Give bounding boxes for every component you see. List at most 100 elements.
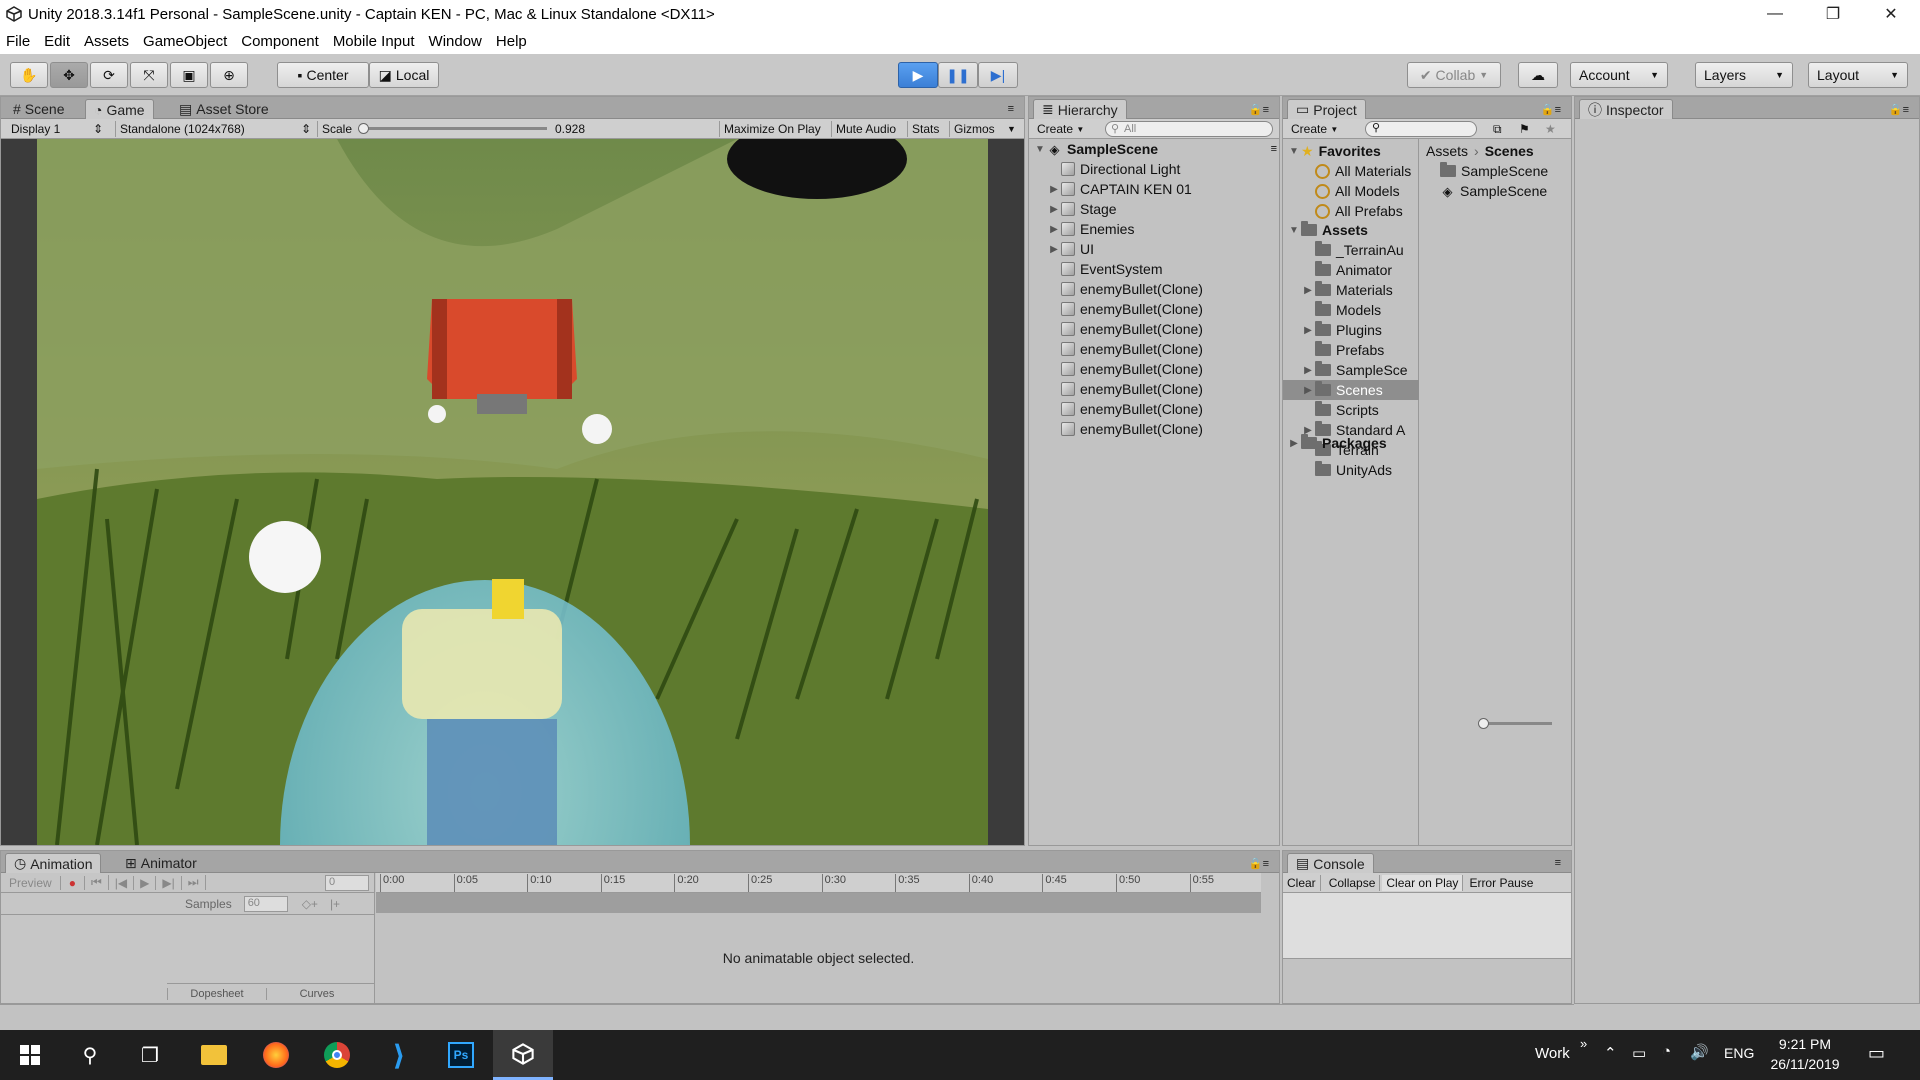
- panel-menu-icon[interactable]: ≡: [1547, 853, 1569, 873]
- vscode-button[interactable]: ⟩: [369, 1030, 429, 1080]
- filter-label-icon[interactable]: ⚑: [1515, 121, 1534, 137]
- tab-hierarchy[interactable]: ≣ Hierarchy: [1033, 99, 1127, 119]
- menu-mobile-input[interactable]: Mobile Input: [333, 33, 415, 50]
- hierarchy-item[interactable]: enemyBullet(Clone): [1047, 299, 1203, 319]
- favorite-item[interactable]: All Prefabs: [1315, 201, 1403, 221]
- pivot-center-button[interactable]: ▪ Center: [277, 62, 369, 88]
- tab-console[interactable]: ▤ Console: [1287, 853, 1374, 873]
- add-event-icon[interactable]: |+: [330, 897, 340, 911]
- star-icon[interactable]: ★: [1541, 121, 1560, 137]
- rotate-tool-button[interactable]: ⟳: [90, 62, 128, 88]
- play-button[interactable]: ▶: [898, 62, 938, 88]
- file-folder-samplescene[interactable]: SampleScene: [1440, 161, 1548, 181]
- language-indicator[interactable]: ENG: [1724, 1045, 1754, 1061]
- project-create-button[interactable]: Create ▼: [1287, 121, 1342, 137]
- hierarchy-item[interactable]: enemyBullet(Clone): [1047, 419, 1203, 439]
- expand-arrow-icon[interactable]: ▶: [1301, 285, 1315, 296]
- next-key-button[interactable]: ▶|: [156, 875, 182, 890]
- assets-header[interactable]: ▼ Assets: [1287, 220, 1368, 240]
- tab-game[interactable]: ◔ Game: [85, 99, 154, 119]
- clock-time[interactable]: 9:21 PM: [1770, 1036, 1840, 1052]
- battery-icon[interactable]: ▭: [1632, 1044, 1646, 1062]
- timeline-ruler[interactable]: 0:00 0:05 0:10 0:15 0:20 0:25 0:30 0:35 0:40 0:45…: [376, 873, 1261, 893]
- expand-arrow-icon[interactable]: ▶: [1047, 244, 1061, 255]
- icon-size-slider-thumb[interactable]: [1478, 718, 1489, 729]
- resolution-dropdown[interactable]: Standalone (1024x768) ⇕: [115, 121, 315, 137]
- unity-taskbar-button[interactable]: [493, 1030, 553, 1080]
- console-error-pause-toggle[interactable]: Error Pause: [1465, 875, 1537, 891]
- expand-arrow-icon[interactable]: ▶: [1301, 325, 1315, 336]
- show-hidden-icons-button[interactable]: ⌃: [1604, 1044, 1617, 1062]
- anim-play-button[interactable]: ▶: [134, 875, 157, 890]
- hierarchy-item[interactable]: Directional Light: [1047, 159, 1180, 179]
- breadcrumb-scenes[interactable]: Scenes: [1485, 143, 1534, 159]
- project-search-input[interactable]: ⚲: [1365, 121, 1477, 137]
- samples-input[interactable]: 60: [243, 895, 288, 912]
- pause-button[interactable]: ❚❚: [938, 62, 978, 88]
- collab-button[interactable]: ✔ Collab ▼: [1407, 62, 1501, 88]
- asset-folder-item[interactable]: ▶ SampleSce: [1283, 360, 1419, 380]
- hierarchy-search-input[interactable]: ⚲ All: [1105, 121, 1273, 137]
- gizmos-toggle[interactable]: Gizmos: [949, 121, 999, 137]
- maximize-on-play-toggle[interactable]: Maximize On Play: [719, 121, 825, 137]
- menu-component[interactable]: Component: [241, 33, 319, 50]
- scene-root[interactable]: ▼ ◈ SampleScene ≡: [1033, 139, 1277, 159]
- hierarchy-item[interactable]: EventSystem: [1047, 259, 1162, 279]
- asset-folder-item[interactable]: _TerrainAu: [1283, 240, 1419, 260]
- hierarchy-item[interactable]: enemyBullet(Clone): [1047, 399, 1203, 419]
- hierarchy-item[interactable]: enemyBullet(Clone): [1047, 359, 1203, 379]
- tab-project[interactable]: ▭ Project: [1287, 99, 1366, 119]
- rect-tool-button[interactable]: ▣: [170, 62, 208, 88]
- record-button[interactable]: ●: [61, 875, 85, 890]
- hand-tool-button[interactable]: ✋: [10, 62, 48, 88]
- layout-dropdown[interactable]: Layout ▼: [1808, 62, 1908, 88]
- menu-edit[interactable]: Edit: [44, 33, 70, 50]
- task-view-button[interactable]: ❐: [120, 1030, 180, 1080]
- preview-toggle[interactable]: Preview: [1, 875, 61, 890]
- asset-folder-item[interactable]: Animator: [1283, 260, 1419, 280]
- expand-arrow-icon[interactable]: ▶: [1047, 184, 1061, 195]
- menu-window[interactable]: Window: [429, 33, 482, 50]
- lock-icon[interactable]: 🔒≡: [1241, 853, 1277, 873]
- lock-icon[interactable]: 🔒≡: [1881, 99, 1917, 119]
- hierarchy-item[interactable]: ▶ UI: [1047, 239, 1094, 259]
- clock-date[interactable]: 26/11/2019: [1760, 1056, 1850, 1072]
- transform-tool-button[interactable]: ⊕: [210, 62, 248, 88]
- menu-help[interactable]: Help: [496, 33, 527, 50]
- scene-menu-icon[interactable]: ≡: [1271, 143, 1277, 155]
- work-toolbar-label[interactable]: Work: [1535, 1045, 1570, 1062]
- last-key-button[interactable]: ⏭: [182, 875, 206, 890]
- packages-header[interactable]: ▶ Packages: [1287, 433, 1387, 453]
- move-tool-button[interactable]: ✥: [50, 62, 88, 88]
- minimize-button[interactable]: —: [1746, 0, 1804, 28]
- tab-animation[interactable]: ◷ Animation: [5, 853, 102, 873]
- pivot-local-button[interactable]: ◪ Local: [369, 62, 439, 88]
- file-explorer-button[interactable]: [184, 1030, 244, 1080]
- dopesheet-tab[interactable]: Dopesheet: [167, 987, 267, 1000]
- account-dropdown[interactable]: Account ▼: [1570, 62, 1668, 88]
- hierarchy-item[interactable]: enemyBullet(Clone): [1047, 339, 1203, 359]
- asset-folder-item[interactable]: ▶ Scenes: [1283, 380, 1419, 400]
- asset-folder-item[interactable]: ▶ Materials: [1283, 280, 1419, 300]
- stats-toggle[interactable]: Stats: [907, 121, 943, 137]
- asset-folder-item[interactable]: Models: [1283, 300, 1419, 320]
- filter-type-icon[interactable]: ⧉: [1489, 121, 1506, 137]
- first-key-button[interactable]: ⏮: [85, 875, 109, 890]
- asset-folder-item[interactable]: Prefabs: [1283, 340, 1419, 360]
- tab-scene[interactable]: # Scene: [5, 99, 73, 119]
- asset-folder-item[interactable]: UnityAds: [1283, 460, 1419, 480]
- windows-start-button[interactable]: [0, 1030, 60, 1080]
- hierarchy-item[interactable]: enemyBullet(Clone): [1047, 279, 1203, 299]
- asset-folder-item[interactable]: Scripts: [1283, 400, 1419, 420]
- menu-assets[interactable]: Assets: [84, 33, 129, 50]
- frame-input[interactable]: 0: [325, 874, 369, 891]
- event-track[interactable]: [376, 893, 1261, 913]
- prev-key-button[interactable]: |◀: [109, 875, 135, 890]
- step-button[interactable]: ▶|: [978, 62, 1018, 88]
- notification-icon[interactable]: ▭: [1868, 1043, 1885, 1064]
- menu-gameobject[interactable]: GameObject: [143, 33, 227, 50]
- hierarchy-create-button[interactable]: Create ▼: [1033, 121, 1088, 137]
- asset-folder-item[interactable]: ▶ Plugins: [1283, 320, 1419, 340]
- game-view[interactable]: [1, 139, 1024, 845]
- console-clear-button[interactable]: Clear: [1283, 875, 1321, 891]
